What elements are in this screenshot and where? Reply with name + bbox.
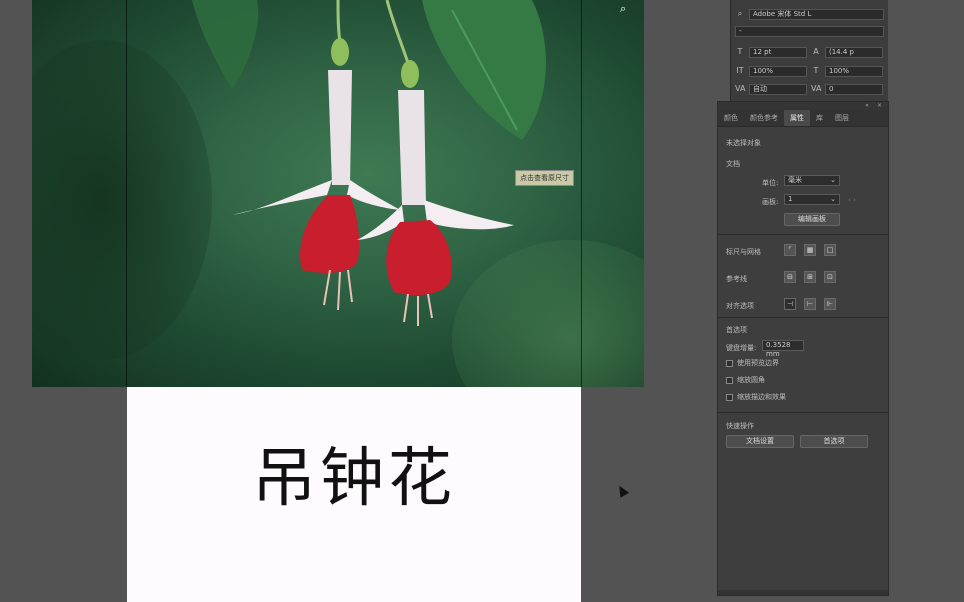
- divider: [718, 412, 888, 413]
- tab-layers[interactable]: 图层: [829, 110, 855, 126]
- units-select[interactable]: 毫米 ⌄: [784, 175, 840, 186]
- guides-label: 参考线: [726, 275, 747, 283]
- panel-tabs: 颜色 颜色参考 属性 库 图层: [718, 110, 888, 127]
- checkbox-box[interactable]: [726, 359, 733, 367]
- kerning-field[interactable]: 自动: [749, 83, 807, 95]
- photo-tooltip: 点击查看原尺寸: [515, 170, 574, 186]
- font-search-icon[interactable]: ⌕: [735, 9, 745, 19]
- pixel-grid-icon[interactable]: □: [824, 244, 836, 256]
- tab-properties[interactable]: 属性: [784, 110, 810, 126]
- show-guides-icon[interactable]: ⊟: [784, 271, 796, 283]
- artboard-select[interactable]: 1 ⌄: [784, 194, 840, 205]
- leading-icon: A: [813, 47, 819, 56]
- lock-guides-icon[interactable]: ⊞: [804, 271, 816, 283]
- checkbox-label: 缩放圆角: [737, 376, 765, 384]
- grid-icon[interactable]: ▦: [804, 244, 816, 256]
- font-family-select[interactable]: Adobe 宋体 Std L: [749, 8, 884, 20]
- tracking-icon: VA: [811, 84, 822, 93]
- tab-color-guide[interactable]: 颜色参考: [744, 110, 784, 126]
- vertical-scale-icon: IT: [736, 66, 744, 75]
- panel-resize-handle[interactable]: [718, 590, 888, 595]
- tab-color[interactable]: 颜色: [718, 110, 744, 126]
- scale-strokes-effects-checkbox[interactable]: 缩放描边和效果: [726, 392, 786, 402]
- snap-to-grid-icon[interactable]: ⊢: [804, 298, 816, 310]
- snap-to-pixel-icon[interactable]: ⊩: [824, 298, 836, 310]
- font-style-select[interactable]: -: [735, 25, 884, 37]
- properties-panel: « × 颜色 颜色参考 属性 库 图层 未选择对象 文档 单位: 毫米 ⌄ 画板…: [717, 101, 889, 596]
- kerning-icon: VA: [735, 84, 746, 93]
- edit-artboards-button[interactable]: 编辑画板: [784, 213, 840, 226]
- smart-guides-icon[interactable]: ⊡: [824, 271, 836, 283]
- checkbox-box[interactable]: [726, 393, 733, 401]
- collapse-icon[interactable]: «: [865, 102, 869, 110]
- font-size-icon: T: [737, 47, 743, 56]
- divider: [718, 234, 888, 235]
- checkbox-box[interactable]: [726, 376, 733, 384]
- artboard-label: 画板:: [762, 198, 779, 206]
- mouse-cursor-icon: [614, 483, 630, 498]
- keyboard-increment-label: 键盘增量:: [726, 344, 757, 352]
- no-selection-label: 未选择对象: [726, 139, 761, 147]
- rulers-icon[interactable]: ⌜: [784, 244, 796, 256]
- use-preview-bounds-checkbox[interactable]: 使用预览边界: [726, 358, 779, 368]
- column-guide-left[interactable]: [126, 0, 127, 387]
- quick-actions-label: 快速操作: [726, 422, 754, 430]
- close-icon[interactable]: ×: [877, 102, 882, 110]
- divider: [718, 317, 888, 318]
- preferences-section-label: 首选项: [726, 326, 747, 334]
- leading-field[interactable]: (14.4 p: [825, 46, 883, 58]
- chevron-down-icon: ⌄: [830, 195, 836, 203]
- tab-libraries[interactable]: 库: [810, 110, 829, 126]
- artboard-page[interactable]: 吊钟花: [127, 387, 581, 602]
- keyboard-increment-field[interactable]: 0.3528 mm: [762, 340, 804, 358]
- units-value: 毫米: [788, 176, 802, 184]
- artboard-value: 1: [788, 195, 793, 203]
- horizontal-scale-field[interactable]: 100%: [825, 65, 883, 77]
- checkbox-label: 缩放描边和效果: [737, 393, 786, 401]
- horizontal-scale-icon: T: [813, 66, 819, 75]
- font-size-field[interactable]: 12 pt: [749, 46, 807, 58]
- page-title-text[interactable]: 吊钟花: [127, 427, 581, 519]
- zoom-icon[interactable]: ⌕: [620, 2, 634, 15]
- document-canvas[interactable]: ⌕ 点击查看原尺寸 吊钟花: [0, 0, 700, 602]
- preferences-button[interactable]: 首选项: [800, 435, 868, 448]
- artboard-nav-arrows[interactable]: ‹ ›: [848, 196, 856, 204]
- fuchsia-photo[interactable]: ⌕ 点击查看原尺寸: [32, 0, 644, 387]
- document-setup-button[interactable]: 文档设置: [726, 435, 794, 448]
- vertical-scale-field[interactable]: 100%: [749, 65, 807, 77]
- tracking-field[interactable]: 0: [825, 83, 883, 95]
- flower-illustration: [192, 0, 546, 326]
- chevron-down-icon: ⌄: [830, 176, 836, 184]
- document-section-label: 文档: [726, 160, 740, 168]
- units-label: 单位:: [762, 179, 779, 187]
- rulers-grids-label: 标尺与网格: [726, 248, 761, 256]
- snap-options-label: 对齐选项: [726, 302, 754, 310]
- snap-to-point-icon[interactable]: ⊣: [784, 298, 796, 310]
- checkbox-label: 使用预览边界: [737, 359, 779, 367]
- scale-corners-checkbox[interactable]: 缩放圆角: [726, 375, 765, 385]
- column-guide-right[interactable]: [581, 0, 582, 387]
- character-panel: ⌕ Adobe 宋体 Std L - T 12 pt A (14.4 p IT …: [730, 0, 888, 102]
- panel-header: « ×: [718, 102, 888, 110]
